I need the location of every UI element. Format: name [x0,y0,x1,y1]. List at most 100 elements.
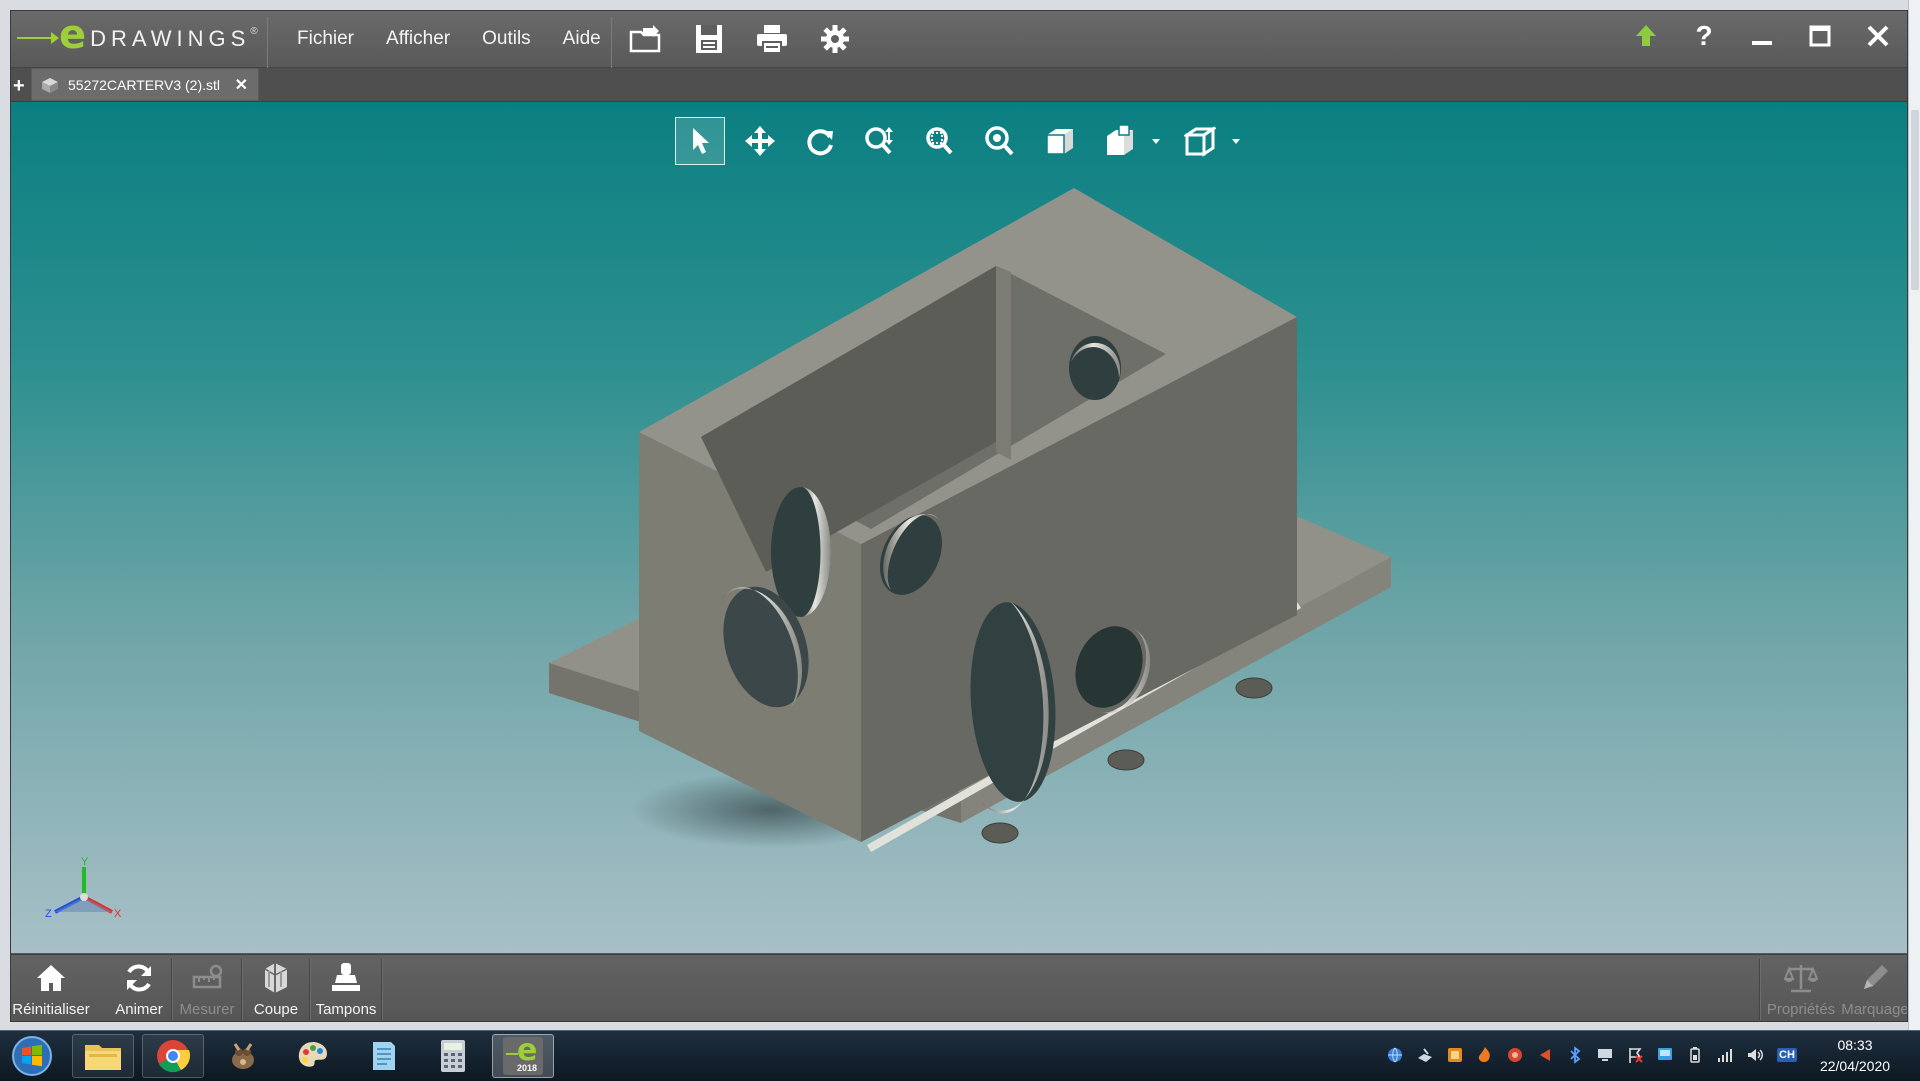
edrawings-version-badge: 2018 [517,1063,538,1073]
new-tab-button[interactable]: + [13,76,27,96]
file-toolbar [626,19,878,59]
wifi-signal-icon[interactable] [1714,1044,1736,1066]
paint-palette-icon[interactable] [282,1034,344,1078]
view-mode-dropdown-icon[interactable] [1231,137,1241,145]
close-icon[interactable] [1849,11,1907,61]
battery-icon[interactable] [1684,1044,1706,1066]
stamps-button[interactable]: Tampons [311,955,381,1021]
menu-bar: Fichier Afficher Outils Aide [281,11,617,67]
network-globe-icon[interactable] [1384,1044,1406,1066]
edrawings-logo: e DRAWINGS ® [17,12,269,59]
measure-button[interactable]: Mesurer [173,955,241,1021]
bottom-separator [381,959,383,1020]
markup-label: Marquage [1841,1001,1908,1018]
markup-button[interactable]: Marquage [1841,955,1908,1021]
home-icon [35,961,67,995]
reset-button[interactable]: Réinitialiser [11,955,91,1021]
start-button[interactable] [8,1034,56,1078]
app-tray-red-icon[interactable] [1504,1044,1526,1066]
print-icon[interactable] [752,19,792,59]
menu-afficher[interactable]: Afficher [370,11,466,67]
section-button[interactable]: Coupe [243,955,309,1021]
open-folder-icon[interactable] [626,19,666,59]
rotate-icon[interactable] [795,117,845,165]
properties-label: Propriétés [1766,1001,1836,1018]
menu-outils[interactable]: Outils [466,11,547,67]
pencil-icon [1860,961,1890,995]
view-toolbar [675,116,1255,166]
zoom-to-area-icon[interactable] [915,117,965,165]
app-tray-monitor-icon[interactable] [1654,1044,1676,1066]
tab-close-icon[interactable]: ✕ [235,75,248,95]
edrawings-window: e DRAWINGS ® Fichier Afficher Outils Aid… [10,10,1908,1022]
edrawings-icon[interactable]: e 2018 [492,1034,554,1078]
bottom-toolbar: Réinitialiser Animer Mesurer Coupe Tampo… [11,954,1908,1021]
animate-label: Animer [115,1001,163,1018]
measure-label: Mesurer [179,1001,235,1018]
axis-x-label: X [114,908,122,920]
window-controls: ? [1617,11,1907,67]
gimp-icon[interactable] [212,1034,274,1078]
bluetooth-icon[interactable] [1564,1044,1586,1066]
notepad-icon[interactable] [352,1034,414,1078]
language-indicator[interactable]: CH [1774,1044,1800,1066]
help-icon[interactable]: ? [1675,11,1733,61]
clock-time: 08:33 [1837,1037,1873,1053]
logo-wordmark: DRAWINGS [90,26,251,51]
chrome-icon[interactable] [142,1034,204,1078]
zoom-icon[interactable] [855,117,905,165]
animate-button[interactable]: Animer [99,955,179,1021]
select-arrow-icon[interactable] [675,117,725,165]
standard-views-dropdown-icon[interactable] [1151,137,1161,145]
stamp-icon [329,961,363,995]
axis-z-label: Z [45,908,52,920]
section-label: Coupe [253,1001,299,1018]
tab-document-label: 55272CARTERV3 (2).stl [68,76,220,93]
menu-separator [611,17,612,71]
action-center-flag-icon[interactable] [1624,1044,1646,1066]
settings-gear-icon[interactable] [815,19,855,59]
windows-explorer-icon[interactable] [72,1034,134,1078]
upgrade-arrow-icon[interactable] [1617,11,1675,61]
app-tray-orange-icon[interactable] [1444,1044,1466,1066]
devices-icon[interactable] [1414,1044,1436,1066]
tab-document[interactable]: 55272CARTERV3 (2).stl ✕ [31,68,259,101]
shaded-cube-icon[interactable] [1035,117,1085,165]
view-mode-cube-icon[interactable] [1175,117,1225,165]
reset-label: Réinitialiser [12,1001,90,1018]
scales-icon [1784,961,1818,995]
clock-date: 22/04/2020 [1819,1058,1891,1074]
title-separator [267,17,268,71]
minimize-icon[interactable] [1733,11,1791,61]
3d-part-model [549,188,1391,852]
desktop-scrollbar[interactable] [1911,110,1919,290]
properties-button[interactable]: Propriétés [1763,955,1839,1021]
document-tabs: + 55272CARTERV3 (2).stl ✕ [11,68,1907,102]
save-icon[interactable] [689,19,729,59]
app-tray-arrow-icon[interactable] [1534,1044,1556,1066]
calculator-icon[interactable] [422,1034,484,1078]
part-file-icon [40,76,60,94]
zoom-to-fit-icon[interactable] [975,117,1025,165]
menu-fichier[interactable]: Fichier [281,11,370,67]
app-tray-flame-icon[interactable] [1474,1044,1496,1066]
taskbar-clock[interactable]: 08:33 22/04/2020 [1800,1035,1910,1077]
desktop-edge [1908,0,1920,1030]
logo-letter: e [59,12,87,58]
logo-registered: ® [250,25,258,37]
standard-views-icon[interactable] [1095,117,1145,165]
axis-triad: Y X Z [37,856,127,932]
title-bar: e DRAWINGS ® Fichier Afficher Outils Aid… [11,11,1907,71]
windows-taskbar: e 2018 CH 08:33 22/04/2020 [0,1030,1920,1081]
windows-logo-icon [12,1036,52,1076]
display-icon[interactable] [1594,1044,1616,1066]
pan-move-icon[interactable] [735,117,785,165]
bottom-separator [1759,959,1761,1020]
axis-y-label: Y [81,857,89,868]
maximize-icon[interactable] [1791,11,1849,61]
animate-icon [123,961,155,995]
volume-icon[interactable] [1744,1044,1766,1066]
menu-aide[interactable]: Aide [547,11,617,67]
stamps-label: Tampons [315,1001,377,1018]
3d-viewport[interactable]: Y X Z [11,102,1907,953]
